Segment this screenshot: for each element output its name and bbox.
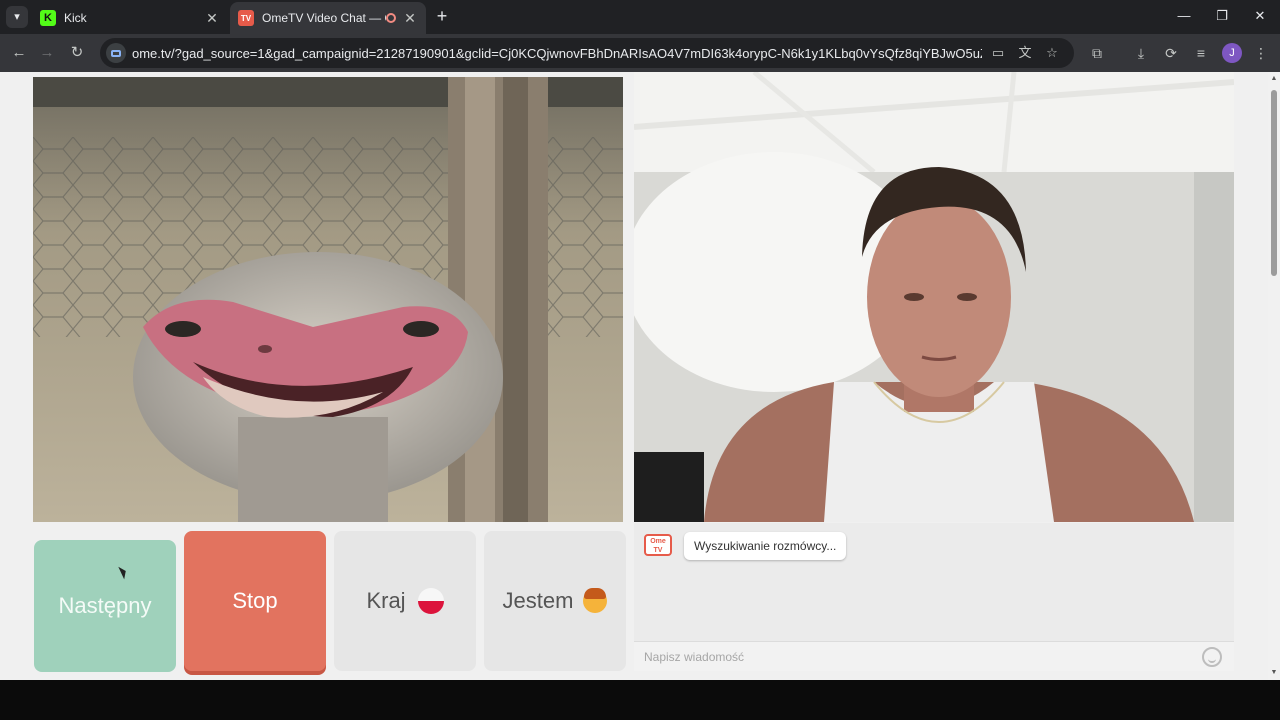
local-video — [33, 77, 623, 522]
ostrich-video-frame — [33, 77, 623, 522]
forward-icon[interactable]: → — [36, 42, 58, 64]
chat-panel: Ome TV Wyszukiwanie rozmówcy... — [634, 523, 1234, 671]
tab-ometv[interactable]: TV OmeTV Video Chat — Ome ✕ — [230, 2, 426, 34]
reload-icon[interactable]: ↻ — [66, 42, 88, 64]
scroll-down-arrow[interactable]: ▼ — [1270, 669, 1278, 677]
stranger-video — [634, 72, 1234, 522]
ometv-page: Następny Stop Kraj Jestem Ome TV Wyszuki… — [0, 72, 1268, 680]
minimize-icon[interactable]: — — [1172, 6, 1196, 26]
download-icon[interactable]: ⤓ — [1130, 42, 1152, 64]
page-scrollbar[interactable]: ▲ ▼ — [1268, 72, 1280, 680]
stranger-video-frame — [634, 72, 1234, 522]
scroll-thumb[interactable] — [1271, 90, 1277, 276]
poland-flag-icon — [417, 588, 444, 614]
close-icon[interactable]: ✕ — [402, 10, 418, 26]
address-bar[interactable]: ome.tv/?gad_source=1&gad_campaignid=2128… — [100, 38, 1074, 68]
tab-kick[interactable]: K Kick ✕ — [32, 2, 228, 34]
tab-strip: ▾ K Kick ✕ TV OmeTV Video Chat — Ome ✕ +… — [0, 0, 1280, 34]
stop-button-label: Stop — [232, 588, 278, 613]
window-close-icon[interactable]: ✕ — [1248, 6, 1272, 26]
recording-icon — [386, 13, 396, 23]
chat-message-input[interactable] — [644, 648, 1184, 666]
performance-icon[interactable]: ⟳ — [1160, 42, 1182, 64]
scroll-up-arrow[interactable]: ▲ — [1270, 75, 1278, 83]
ometv-logo: Ome TV — [644, 534, 672, 556]
cast-icon[interactable]: ▭ — [987, 42, 1009, 64]
tab-title: OmeTV Video Chat — Ome — [262, 11, 386, 25]
back-icon[interactable]: ← — [8, 42, 30, 64]
profile-avatar[interactable]: J — [1222, 43, 1242, 63]
male-face-icon — [583, 588, 608, 613]
menu-icon[interactable]: ⋮ — [1250, 42, 1272, 64]
kick-icon: K — [40, 10, 56, 26]
next-button[interactable]: Następny — [34, 540, 176, 672]
close-icon[interactable]: ✕ — [204, 10, 220, 26]
extensions-icon[interactable]: ⧉ — [1086, 42, 1108, 64]
emoji-icon[interactable] — [1202, 647, 1222, 667]
browser-toolbar: ← → ↻ ome.tv/?gad_source=1&gad_campaigni… — [0, 34, 1280, 72]
tab-title: Kick — [64, 11, 87, 25]
country-button-label: Kraj — [366, 588, 406, 613]
url-text[interactable]: ome.tv/?gad_source=1&gad_campaignid=2128… — [132, 46, 982, 61]
new-tab-button[interactable]: + — [432, 6, 452, 26]
bottom-bar — [0, 680, 1280, 720]
translate-icon[interactable]: 文 — [1014, 42, 1036, 64]
ometv-icon: TV — [238, 10, 254, 26]
gender-button[interactable]: Jestem — [484, 531, 626, 671]
stop-button[interactable]: Stop — [184, 531, 326, 671]
gender-button-label: Jestem — [502, 588, 574, 613]
site-info-icon[interactable] — [106, 43, 126, 63]
tab-search-button[interactable]: ▾ — [6, 6, 28, 28]
bookmark-star-icon[interactable]: ☆ — [1041, 42, 1063, 64]
country-button[interactable]: Kraj — [334, 531, 476, 671]
next-button-label: Następny — [58, 593, 152, 618]
chat-input-row — [634, 641, 1234, 671]
media-controls-icon[interactable]: ≡ — [1190, 42, 1212, 64]
restore-icon[interactable]: ❐ — [1210, 6, 1234, 26]
chat-status-message: Wyszukiwanie rozmówcy... — [684, 532, 847, 560]
browser-window: ▾ K Kick ✕ TV OmeTV Video Chat — Ome ✕ +… — [0, 0, 1280, 720]
